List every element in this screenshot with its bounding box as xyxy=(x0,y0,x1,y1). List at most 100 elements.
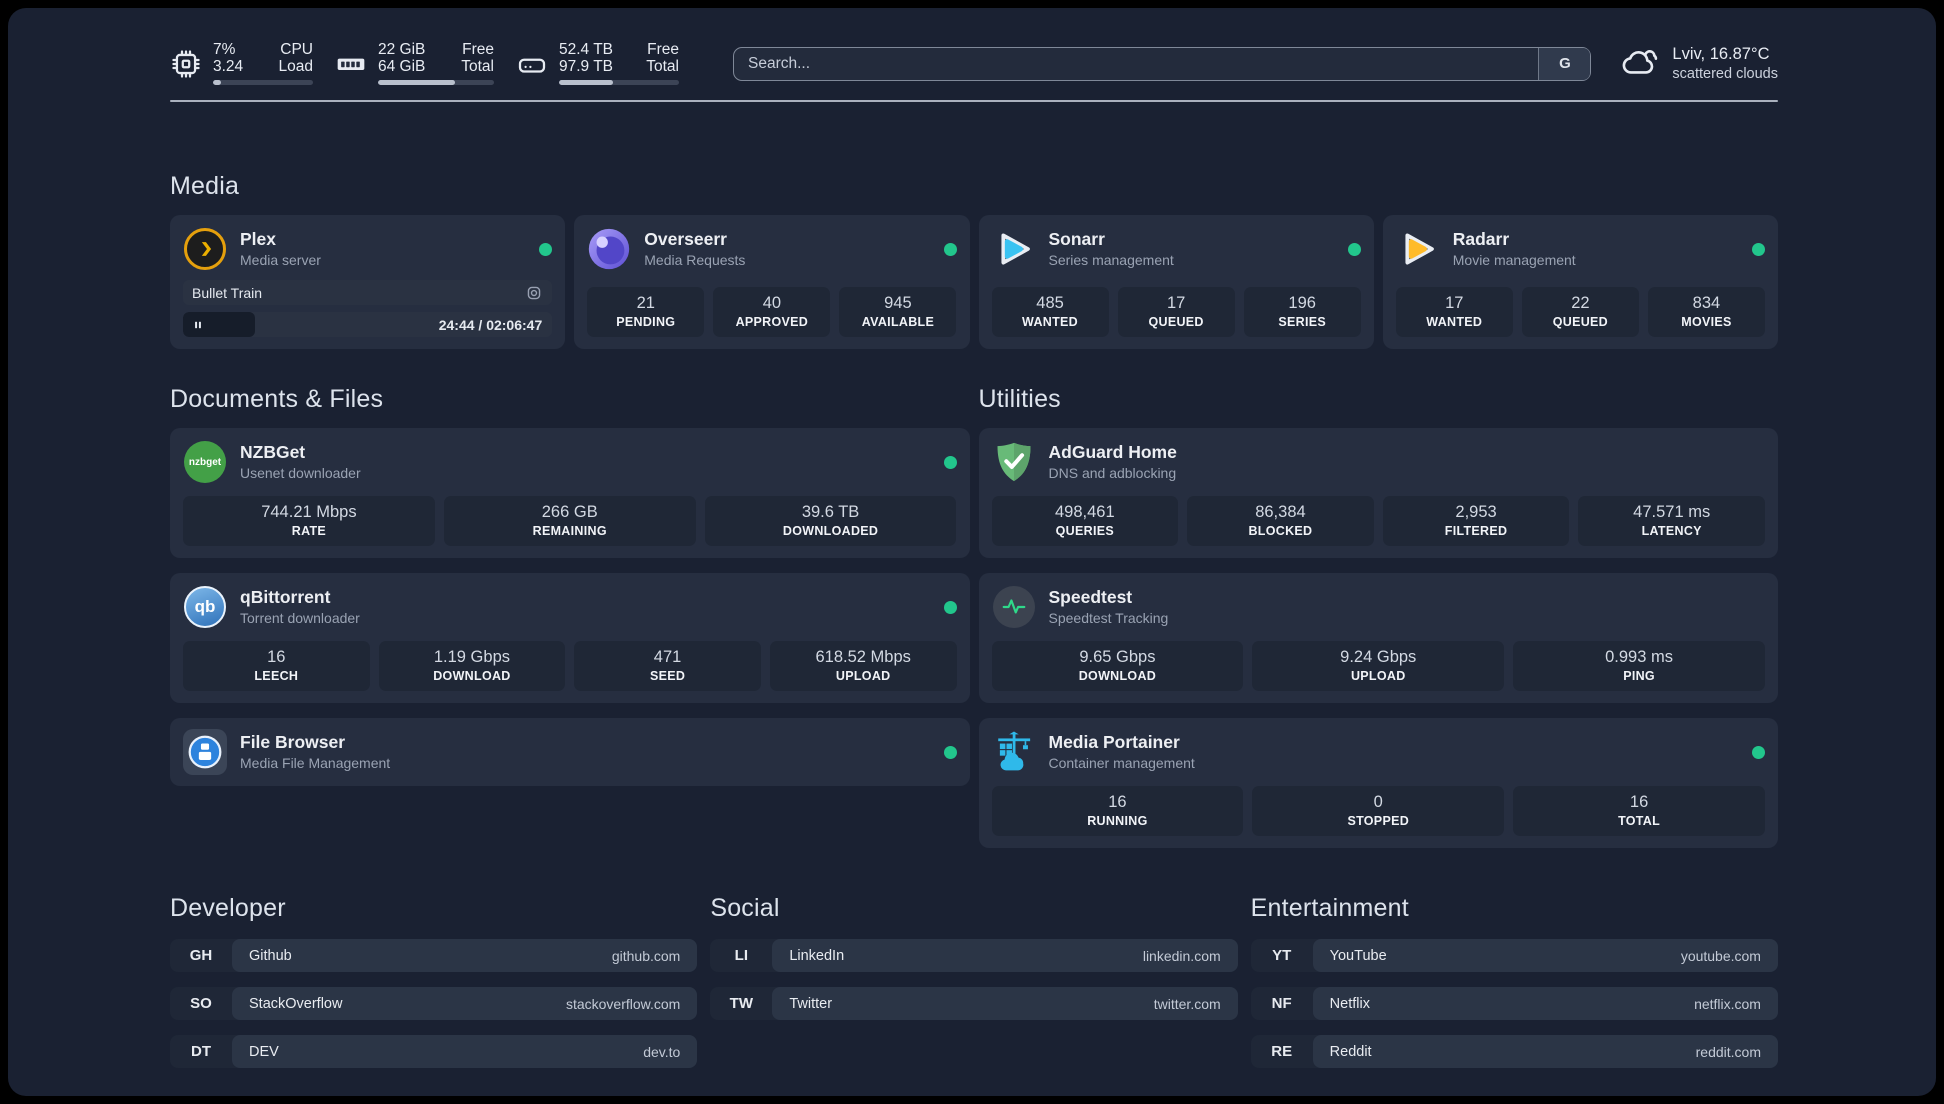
stat-label: BLOCKED xyxy=(1248,524,1313,538)
gear-icon[interactable] xyxy=(525,284,543,302)
resource-labels: Free Total xyxy=(461,41,494,75)
section-title-documents: Documents & Files xyxy=(170,385,384,413)
bookmark-abbr: RE xyxy=(1271,1043,1293,1060)
stat-label: WANTED xyxy=(1022,315,1079,329)
stat-download: 1.19 Gbps DOWNLOAD xyxy=(378,641,566,691)
bookmark-abbr: SO xyxy=(190,995,212,1012)
stat-label: MOVIES xyxy=(1681,315,1732,329)
nzbget-icon: nzbget xyxy=(183,440,227,484)
stat-value: 2,953 xyxy=(1455,503,1497,521)
stat-value: 196 xyxy=(1288,294,1316,312)
section-title-utilities: Utilities xyxy=(978,385,1061,413)
stat-label: LEECH xyxy=(254,669,299,683)
bookmark-stackoverflow[interactable]: SO StackOverflow stackoverflow.com xyxy=(170,987,698,1020)
portainer-icon xyxy=(992,730,1036,774)
bookmark-group-title: Developer xyxy=(170,894,286,922)
stat-label: RUNNING xyxy=(1087,814,1148,828)
service-name: File Browser xyxy=(240,732,346,752)
service-card-media-portainer[interactable]: Media Portainer Container management 16 RUN… xyxy=(978,718,1778,848)
documents-card-stack: nzbget NZBGet Usenet downloader 744.21 Mbps… xyxy=(170,428,970,786)
stat-label: APPROVED xyxy=(735,315,809,329)
two-column-area: Documents & Files nzbget NZBGet Usenet dow… xyxy=(170,385,1778,848)
service-card-nzbget[interactable]: nzbget NZBGet Usenet downloader 744.21 Mbps… xyxy=(170,428,970,558)
bookmark-group-social: Social LI LinkedIn linkedin.com TW Twitter twi… xyxy=(710,894,1238,1068)
service-stats: 21 PENDING 40 APPROVED 945 AVAILABLE xyxy=(587,287,957,337)
service-name: Sonarr xyxy=(1048,229,1105,249)
bookmark-linkedin[interactable]: LI LinkedIn linkedin.com xyxy=(710,939,1238,972)
service-card-file-browser[interactable]: File Browser Media File Management xyxy=(170,718,970,786)
stat-downloaded: 39.6 TB DOWNLOADED xyxy=(704,496,957,546)
resource-values: 7% 3.24 xyxy=(213,41,244,75)
service-card-plex[interactable]: Plex Media server Bullet Train 24:44 / 02:0… xyxy=(170,215,566,349)
bookmark-url: dev.to xyxy=(643,1043,681,1060)
status-dot xyxy=(943,745,957,759)
search-bar[interactable]: G xyxy=(733,46,1592,81)
bookmark-reddit[interactable]: RE Reddit reddit.com xyxy=(1250,1035,1778,1068)
stat-value: 16 xyxy=(1629,793,1649,811)
header-divider xyxy=(170,100,1778,102)
service-name: Speedtest xyxy=(1048,587,1133,607)
stat-blocked: 86,384 BLOCKED xyxy=(1187,496,1374,546)
bookmark-group-title: Social xyxy=(710,894,780,922)
bookmark-url: github.com xyxy=(611,947,681,964)
bookmark-name: Twitter xyxy=(789,995,833,1012)
stat-series: 196 SERIES xyxy=(1243,287,1361,337)
cpu-icon xyxy=(170,48,202,80)
service-card-overseerr[interactable]: Overseerr Media Requests 21 PENDING 40 APPROV… xyxy=(574,215,970,349)
stat-label: PING xyxy=(1623,669,1655,683)
stat-total: 16 TOTAL xyxy=(1513,786,1765,836)
bookmark-twitter[interactable]: TW Twitter twitter.com xyxy=(710,987,1238,1020)
stat-stopped: 0 STOPPED xyxy=(1252,786,1505,836)
service-description: Media server xyxy=(240,252,321,268)
resource-usage-bar xyxy=(559,80,679,85)
dashboard: 7% 3.24 CPU Load 22 GiB 64 GiB Free Total 52.4 T… xyxy=(8,8,1936,1096)
weather-condition: scattered clouds xyxy=(1672,66,1778,82)
service-description: Torrent downloader xyxy=(240,610,360,626)
stat-value: 47.571 ms xyxy=(1633,503,1711,521)
service-description: Media Requests xyxy=(644,252,746,268)
weather-widget[interactable]: Lviv, 16.87°C scattered clouds xyxy=(1621,44,1778,84)
now-playing-row: Bullet Train xyxy=(183,280,553,305)
stat-seed: 471 SEED xyxy=(574,641,761,691)
stat-value: 0 xyxy=(1373,793,1383,811)
service-description: Media File Management xyxy=(240,755,391,771)
stat-label: DOWNLOAD xyxy=(433,669,511,683)
service-card-speedtest[interactable]: Speedtest Speedtest Tracking 9.65 Gbps DOWN… xyxy=(978,573,1778,703)
bookmark-youtube[interactable]: YT YouTube youtube.com xyxy=(1250,939,1778,972)
service-stats: 744.21 Mbps RATE 266 GB REMAINING 39.6 TB DOW… xyxy=(183,496,957,546)
ram-icon xyxy=(335,48,367,80)
resource-disk: 52.4 TB 97.9 TB Free Total xyxy=(516,41,679,85)
status-dot xyxy=(943,455,957,469)
topbar: 7% 3.24 CPU Load 22 GiB 64 GiB Free Total 52.4 T… xyxy=(170,41,1778,85)
service-description: Usenet downloader xyxy=(240,465,361,481)
adguard-icon xyxy=(992,440,1036,484)
bookmark-netflix[interactable]: NF Netflix netflix.com xyxy=(1250,987,1778,1020)
search-input[interactable] xyxy=(734,47,1539,80)
stat-value: 0.993 ms xyxy=(1605,648,1673,666)
service-card-radarr[interactable]: Radarr Movie management 17 WANTED 22 QUEUED 83… xyxy=(1382,215,1778,349)
bookmark-name: DEV xyxy=(249,1043,279,1060)
bookmark-dev[interactable]: DT DEV dev.to xyxy=(170,1035,698,1068)
service-card-qbittorrent[interactable]: qb qBittorrent Torrent downloader 16 LEECH 1.… xyxy=(170,573,970,703)
stat-pending: 21 PENDING xyxy=(587,287,705,337)
bookmark-github[interactable]: GH Github github.com xyxy=(170,939,698,972)
stat-filtered: 2,953 FILTERED xyxy=(1382,496,1570,546)
stat-label: PENDING xyxy=(616,315,676,329)
stat-label: STOPPED xyxy=(1347,814,1410,828)
stat-value: 485 xyxy=(1036,294,1064,312)
stat-value: 17 xyxy=(1445,294,1464,312)
service-description: DNS and adblocking xyxy=(1048,465,1177,481)
search-engine-button[interactable]: G xyxy=(1538,47,1591,80)
bookmark-group-developer: Developer GH Github github.com SO StackOverfl… xyxy=(170,894,698,1068)
service-description: Series management xyxy=(1048,252,1174,268)
bookmark-url: twitter.com xyxy=(1153,995,1221,1012)
service-card-adguard-home[interactable]: AdGuard Home DNS and adblocking 498,461 QUE… xyxy=(978,428,1778,558)
status-dot xyxy=(539,242,553,256)
stat-running: 16 RUNNING xyxy=(991,786,1244,836)
status-dot xyxy=(943,242,957,256)
stat-label: QUEUED xyxy=(1552,315,1608,329)
service-card-sonarr[interactable]: Sonarr Series management 485 WANTED 17 QUEUED… xyxy=(978,215,1374,349)
disk-icon xyxy=(516,48,548,80)
stat-label: DOWNLOADED xyxy=(782,524,879,538)
bookmark-name: LinkedIn xyxy=(789,947,845,964)
